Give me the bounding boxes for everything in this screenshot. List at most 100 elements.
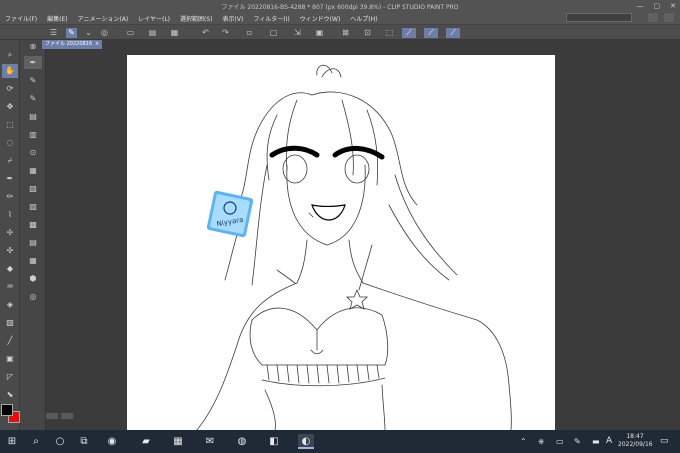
watermark-sticker: Niyyara (206, 190, 254, 238)
main-color[interactable] (1, 404, 13, 416)
minimize-button[interactable]: — (637, 2, 644, 10)
mail-icon[interactable]: ✉ (202, 434, 218, 449)
app-icon[interactable]: ◍ (234, 434, 250, 449)
deselect-icon[interactable]: ⊠ (340, 28, 351, 38)
file-explorer-icon[interactable]: ▰ (138, 434, 154, 449)
fill-icon[interactable]: ▢ (268, 28, 279, 38)
pen-icon[interactable]: ✎ (66, 28, 77, 38)
task-view-icon[interactable]: ⧉ (76, 434, 92, 449)
notification-icon[interactable]: ▭ (660, 436, 669, 446)
eraser-icon[interactable]: ◆ (2, 262, 18, 276)
clear-icon[interactable]: ▫ (244, 28, 255, 38)
edge-icon[interactable]: ◉ (104, 434, 120, 449)
onenote-icon[interactable]: ◧ (266, 434, 282, 449)
drawing-canvas[interactable] (127, 55, 555, 430)
zoom-slider[interactable] (46, 413, 58, 419)
subtool-ink-icon[interactable]: ▤ (24, 236, 42, 249)
subtool-pencil-icon[interactable]: ▦ (24, 164, 42, 177)
subtool-airbrush-icon[interactable]: ▦ (24, 254, 42, 267)
invert-selection-icon[interactable]: ⊡ (362, 28, 373, 38)
pen-settings-icon[interactable]: ✎ (574, 437, 581, 446)
brush-icon[interactable]: ⌇ (2, 208, 18, 222)
search-icon[interactable]: ⌕ (28, 434, 44, 449)
ruler-icon[interactable]: ◸ (2, 370, 18, 384)
subtool-spray-icon[interactable]: ⬢ (24, 272, 42, 285)
stroke-thick-icon[interactable]: ⟋ (446, 28, 460, 38)
display-icon[interactable]: ▭ (556, 437, 564, 446)
chevron-down-icon[interactable]: ⌄ (83, 28, 94, 38)
transform-icon[interactable]: ⇲ (292, 28, 303, 38)
zoom-icon[interactable]: ⌕ (2, 48, 18, 62)
decoration-icon[interactable]: ✣ (2, 244, 18, 258)
canvas-tab-close-button[interactable]: × (95, 41, 99, 47)
stroke-thin-icon[interactable]: ⟋ (402, 28, 416, 38)
blend-icon[interactable]: ♒ (2, 280, 18, 294)
save-icon[interactable]: ▦ (169, 28, 180, 38)
panel-toggle-button[interactable] (648, 13, 658, 22)
balloon-icon[interactable]: ⬊ (2, 388, 18, 402)
battery-icon[interactable]: ▬ (592, 437, 600, 446)
lasso-icon[interactable]: ◌ (2, 136, 18, 150)
menu-window[interactable]: ウィンドウ(W) (295, 14, 346, 23)
undo-icon[interactable]: ↶ (200, 28, 211, 38)
redo-icon[interactable]: ↷ (220, 28, 231, 38)
windows-start-icon[interactable]: ⊞ (4, 434, 20, 449)
fill-bucket-icon[interactable]: ◈ (2, 298, 18, 312)
title-bar: ファイル 20220816-BS-4288 * 807 (px 600dpi 3… (0, 0, 680, 12)
close-button[interactable]: ✕ (670, 2, 676, 10)
rotate-icon[interactable]: ⟳ (2, 82, 18, 96)
clock[interactable]: 18:47 2022/09/16 (618, 433, 653, 449)
fullscreen-button[interactable] (664, 13, 674, 22)
stroke-medium-icon[interactable]: ⟋ (424, 28, 438, 38)
subtool-brush-icon[interactable]: ▧ (24, 182, 42, 195)
network-icon[interactable]: ⎈ (538, 437, 544, 447)
clock-time: 18:47 (626, 433, 644, 440)
hand-icon[interactable]: ✋ (2, 64, 18, 78)
menu-layer[interactable]: レイヤー(L) (133, 14, 175, 23)
move-icon[interactable]: ✥ (2, 100, 18, 114)
menu-file[interactable]: ファイル(F) (0, 14, 42, 23)
menu-edit[interactable]: 編集(E) (42, 14, 72, 23)
figure-icon[interactable]: ╱ (2, 334, 18, 348)
menu-icon[interactable]: ☰ (48, 28, 59, 38)
subtool-watercolor-icon[interactable]: ▨ (24, 200, 42, 213)
menu-animation[interactable]: アニメーション(A) (73, 14, 134, 23)
crop-icon[interactable]: ▣ (314, 28, 325, 38)
menu-view[interactable]: 表示(V) (218, 14, 249, 23)
window-controls: — ▢ ✕ (637, 0, 677, 12)
cortana-icon[interactable]: ○ (52, 434, 68, 449)
rotate-slider[interactable] (61, 413, 73, 419)
pencil-icon[interactable]: ✏ (2, 190, 18, 204)
subtool-milli-pen-icon[interactable]: ⊙ (24, 146, 42, 159)
selection-icon[interactable]: ⬚ (384, 28, 395, 38)
layers-icon[interactable]: ◎ (99, 28, 110, 38)
pen-tool-icon[interactable]: ✒ (2, 172, 18, 186)
airbrush-icon[interactable]: ✢ (2, 226, 18, 240)
subtool-pen-icon[interactable]: ✒ (24, 56, 42, 69)
canvas-tab[interactable]: ファイル 20220816 × (42, 40, 103, 49)
eyedropper-icon[interactable]: ⌿ (2, 154, 18, 168)
menu-selection[interactable]: 選択範囲(S) (175, 14, 218, 23)
clip-studio-taskbar-icon[interactable]: ◐ (298, 434, 314, 449)
frame-icon[interactable]: ▣ (2, 352, 18, 366)
calendar-icon[interactable]: ▦ (170, 434, 186, 449)
selection-tool-icon[interactable]: ⬚ (2, 118, 18, 132)
gradient-icon[interactable]: ▧ (2, 316, 18, 330)
new-file-icon[interactable]: ▭ (125, 28, 136, 38)
open-folder-icon[interactable]: ▤ (147, 28, 158, 38)
ime-indicator[interactable]: A (606, 436, 612, 446)
sub-tool-palette: ⊗ ✒ ✎ ✎ ▤ ▥ ⊙ ▦ ▧ ▨ ▩ ▤ ▦ ⬢ ◎ (20, 40, 46, 430)
menu-help[interactable]: ヘルプ(H) (345, 14, 382, 23)
subtool-mapping-pen-icon[interactable]: ✎ (24, 92, 42, 105)
search-input[interactable] (566, 13, 632, 22)
subtool-gpen-icon[interactable]: ✎ (24, 74, 42, 87)
menu-filter[interactable]: フィルター(I) (248, 14, 294, 23)
chevron-up-icon[interactable]: ⌃ (520, 437, 527, 446)
subtool-oil-icon[interactable]: ▩ (24, 218, 42, 231)
subtool-marker-icon[interactable]: ▥ (24, 128, 42, 141)
subtool-settings-icon[interactable]: ◎ (24, 290, 42, 303)
navigator-controls (46, 413, 73, 419)
subtool-round-pen-icon[interactable]: ▤ (24, 110, 42, 123)
color-swatches[interactable] (1, 404, 21, 426)
maximize-button[interactable]: ▢ (654, 2, 661, 10)
